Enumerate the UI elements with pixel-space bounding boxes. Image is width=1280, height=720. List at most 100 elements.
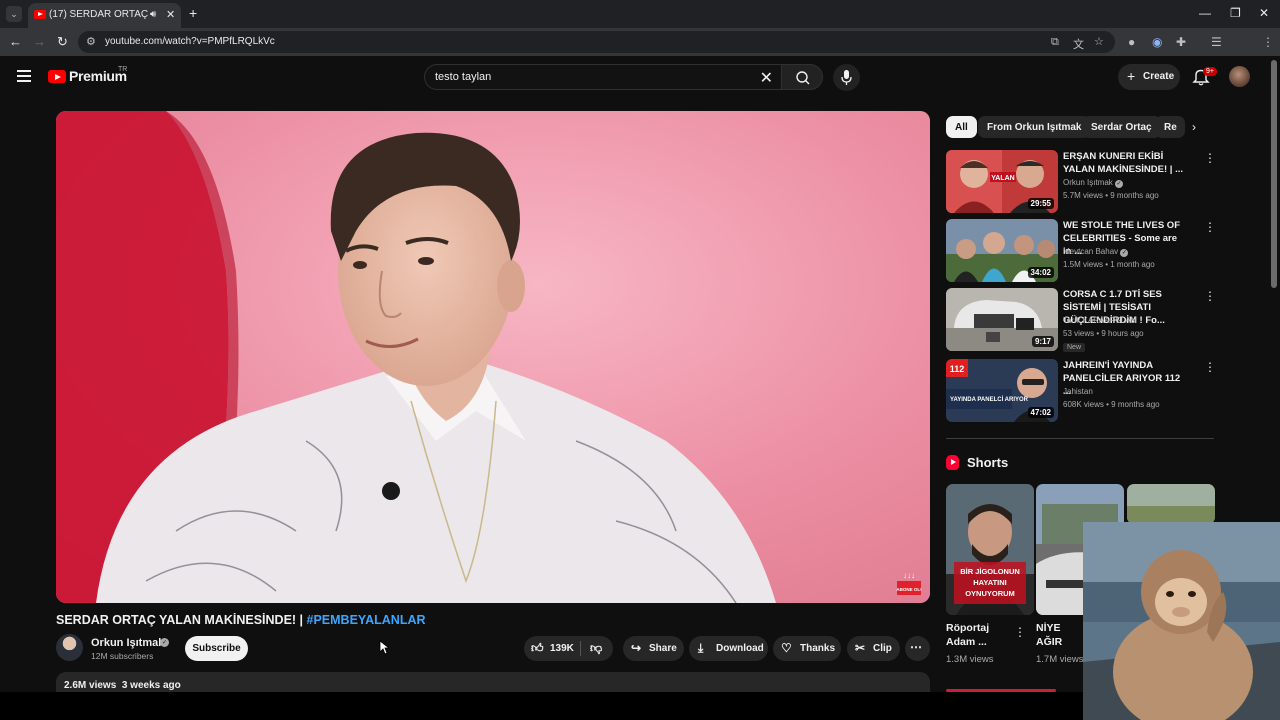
tab-close-icon[interactable]: ✕ [166, 8, 175, 21]
url-text[interactable]: youtube.com/watch?v=PMPfLRQLkVc [105, 36, 275, 47]
download-icon: ⤓ [698, 641, 704, 655]
subscriber-count: 12M subscribers [91, 651, 154, 661]
account-avatar[interactable] [1229, 66, 1250, 87]
search-input[interactable]: testo taylan ✕ [424, 64, 781, 90]
speaker-icon[interactable]: 🔊︎ [150, 9, 156, 20]
chevron-right-icon[interactable]: › [1192, 120, 1196, 134]
clip-button[interactable]: ✂ Clip [847, 636, 900, 661]
recommendation-item[interactable]: 112 YAYINDA PANELCİ ARIYOR 47:02 JAHREIN… [946, 359, 1216, 423]
svg-text:↓↓↓: ↓↓↓ [903, 571, 915, 580]
tab-search-button[interactable]: ⌄ [6, 6, 22, 22]
download-button[interactable]: ⤓ Download [689, 636, 768, 661]
voice-search-button[interactable] [833, 64, 860, 91]
bookmark-star-icon[interactable]: ☆ [1094, 35, 1104, 48]
duration-badge: 47:02 [1027, 407, 1054, 418]
youtube-favicon-icon [34, 10, 46, 19]
search-query[interactable]: testo taylan [435, 71, 491, 83]
short-thumbnail[interactable]: BİR JİGOLONUN HAYATINI OYNUYORUM [946, 484, 1034, 615]
browser-menu-icon[interactable]: ⋮ [1262, 35, 1274, 49]
rec-channel[interactable]: Jahistan [1063, 387, 1093, 396]
share-arrow-icon: ↪ [631, 641, 642, 655]
notification-count-badge: 9+ [1203, 67, 1217, 76]
more-vertical-icon[interactable]: ⋮ [1204, 290, 1216, 302]
create-label: Create [1143, 71, 1175, 82]
subscribe-button[interactable]: Subscribe [185, 636, 248, 661]
rec-meta: 53 views • 9 hours ago [1063, 329, 1144, 338]
translate-icon[interactable]: 文 [1073, 36, 1084, 52]
tab-title: (17) SERDAR ORTAÇ YALAN [49, 9, 149, 20]
site-info-icon[interactable]: ⚙ [86, 35, 96, 48]
back-icon[interactable]: ← [9, 34, 22, 49]
extension-discord-icon[interactable]: ◉ [1152, 35, 1162, 49]
more-vertical-icon[interactable]: ⋮ [1204, 152, 1216, 164]
more-actions-button[interactable]: ⋯ [905, 636, 930, 661]
window-close-icon[interactable]: ✕ [1259, 6, 1269, 20]
rec-channel[interactable]: Tarık KARAARSLAN [1063, 316, 1136, 325]
recommendation-item[interactable]: YALAN 29:55 ERŞAN KUNERI EKİBİ YALAN MAK… [946, 150, 1216, 214]
install-app-icon[interactable]: ⧉ [1051, 36, 1059, 49]
more-vertical-icon[interactable]: ⋮ [1204, 361, 1216, 373]
forward-icon[interactable]: → [33, 34, 46, 49]
browser-tab[interactable]: (17) SERDAR ORTAÇ YALAN 🔊︎ ✕ [28, 3, 181, 28]
thumb-caption: YAYINDA PANELCİ ARIYOR [950, 396, 1029, 403]
short-views: 1.7M views [1036, 654, 1083, 665]
video-thumbnail[interactable]: 9:17 [946, 288, 1058, 351]
recommendation-item[interactable]: 9:17 CORSA C 1.7 DTİ SES SİSTEMİ | TESİS… [946, 288, 1216, 352]
hashtag-link[interactable]: #PEMBEYALANLAR [307, 613, 426, 627]
short-caption-line: BİR JİGOLONUN [960, 567, 1020, 576]
more-vertical-icon[interactable]: ⋮ [1014, 625, 1026, 639]
more-vertical-icon[interactable]: ⋮ [1204, 221, 1216, 233]
download-label: Download [716, 643, 764, 654]
restore-icon[interactable]: ❐ [1230, 6, 1241, 20]
create-button[interactable]: + Create [1118, 64, 1180, 90]
youtube-logo-icon[interactable] [48, 70, 66, 83]
chip-serdar-ortac[interactable]: Serdar Ortaç [1082, 116, 1161, 138]
address-bar[interactable]: ⚙ youtube.com/watch?v=PMPfLRQLkVc [78, 31, 1115, 53]
rec-channel[interactable]: Mevtcan Bahav ✓ [1063, 247, 1129, 257]
like-count: 139K [550, 643, 574, 654]
chip-from-channel[interactable]: From Orkun Işıtmak [978, 116, 1091, 138]
clear-search-icon[interactable]: ✕ [760, 68, 773, 88]
video-thumbnail[interactable]: YALAN 29:55 [946, 150, 1058, 213]
minimize-icon[interactable]: — [1199, 6, 1211, 20]
short-caption-line: HAYATINI [973, 578, 1006, 587]
search-button[interactable] [781, 64, 823, 90]
thanks-label: Thanks [800, 643, 836, 654]
reading-list-icon[interactable]: ☰ [1211, 35, 1222, 49]
short-title[interactable]: NİYE AĞIR HASARLI ... [1036, 621, 1086, 649]
reload-icon[interactable]: ↻ [57, 34, 68, 50]
short-caption-line: OYNUYORUM [965, 589, 1015, 598]
video-title-text: SERDAR ORTAÇ YALAN MAKİNESİNDE! | [56, 613, 307, 627]
extensions-puzzle-icon[interactable]: ✚ [1176, 35, 1186, 49]
thumb-caption: YALAN [991, 175, 1014, 182]
thanks-button[interactable]: ♡ Thanks [773, 636, 841, 661]
screen-bottom-bar [0, 692, 1083, 720]
channel-name[interactable]: Orkun Işıtmak [91, 637, 164, 649]
video-thumbnail[interactable]: 34:02 [946, 219, 1058, 282]
guide-menu-icon[interactable] [17, 70, 31, 85]
channel-avatar[interactable] [56, 634, 83, 661]
rec-channel[interactable]: Orkun Işıtmak ✓ [1063, 178, 1124, 188]
extension-dot-icon[interactable]: ● [1128, 35, 1135, 49]
webcam-overlay [1083, 522, 1280, 720]
rec-meta: 5.7M views • 9 months ago [1063, 191, 1159, 200]
short-thumbnail[interactable] [1127, 484, 1215, 524]
share-button[interactable]: ↪ Share [623, 636, 684, 661]
plus-icon: + [1127, 68, 1136, 84]
video-player[interactable]: ↓↓↓ ABONE OL! [56, 111, 930, 603]
subscribe-watermark[interactable]: ↓↓↓ ABONE OL! [894, 569, 924, 597]
chip-related[interactable]: Re [1155, 116, 1185, 138]
thumbs-down-icon: 👎︎ [590, 641, 603, 655]
short-title[interactable]: Röportaj Adam ... [946, 621, 1006, 649]
video-thumbnail[interactable]: 112 YAYINDA PANELCİ ARIYOR 47:02 [946, 359, 1058, 422]
chip-all[interactable]: All [946, 116, 977, 138]
rec-title[interactable]: ERŞAN KUNERI EKİBİ YALAN MAKİNESİNDE! | … [1063, 150, 1188, 176]
new-badge: New [1063, 343, 1086, 352]
watermark-text: ABONE OL! [896, 587, 922, 592]
like-button[interactable]: 👍︎ 139K [524, 636, 580, 661]
dislike-button[interactable]: 👎︎ [581, 636, 613, 661]
recommendation-item[interactable]: 34:02 WE STOLE THE LIVES OF CELEBRITIES … [946, 219, 1216, 283]
verified-check-icon: ✓ [1120, 249, 1129, 257]
page-scrollbar[interactable] [1271, 60, 1277, 288]
new-tab-button[interactable]: + [189, 5, 197, 21]
